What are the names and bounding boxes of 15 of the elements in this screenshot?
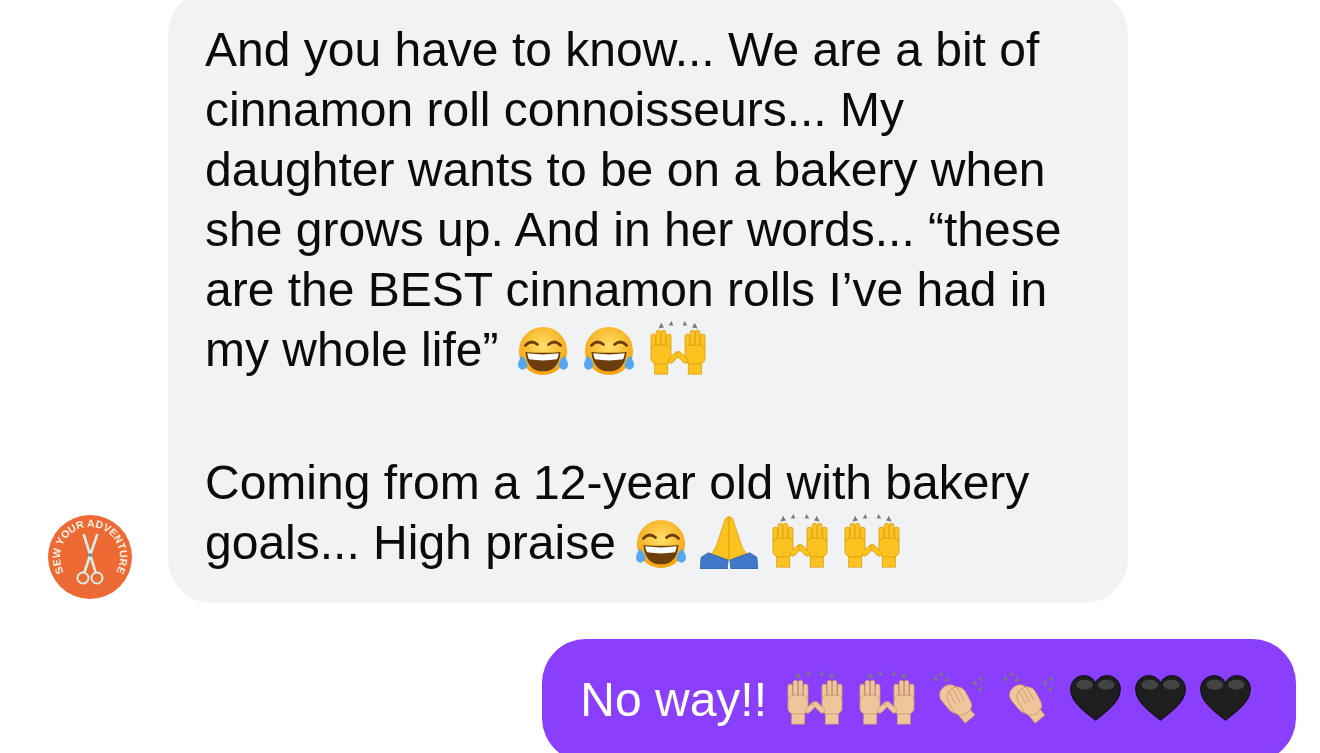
laughing-face-icon	[633, 519, 688, 569]
message-text: she grows up. And in her words... “these	[205, 203, 1062, 256]
heart-icon	[1069, 674, 1122, 722]
message-text: No way!!	[580, 673, 767, 726]
heart-icon	[1134, 674, 1187, 722]
message-text: daughter wants to be on a bakery when	[205, 143, 1046, 196]
message-text: my whole life”	[205, 323, 499, 376]
message-text: And you have to know... We are a bit of	[205, 23, 1040, 76]
message-text: cinnamon roll connoisseurs... My	[205, 83, 904, 136]
message-text: goals... High praise	[205, 516, 616, 569]
laughing-face-icon	[516, 326, 571, 376]
heart-icon	[1199, 674, 1252, 722]
message-text: Coming from a 12-year old with bakery	[205, 456, 1030, 509]
message-text: are the BEST cinnamon rolls I’ve had in	[205, 263, 1048, 316]
laughing-face-icon	[582, 326, 637, 376]
